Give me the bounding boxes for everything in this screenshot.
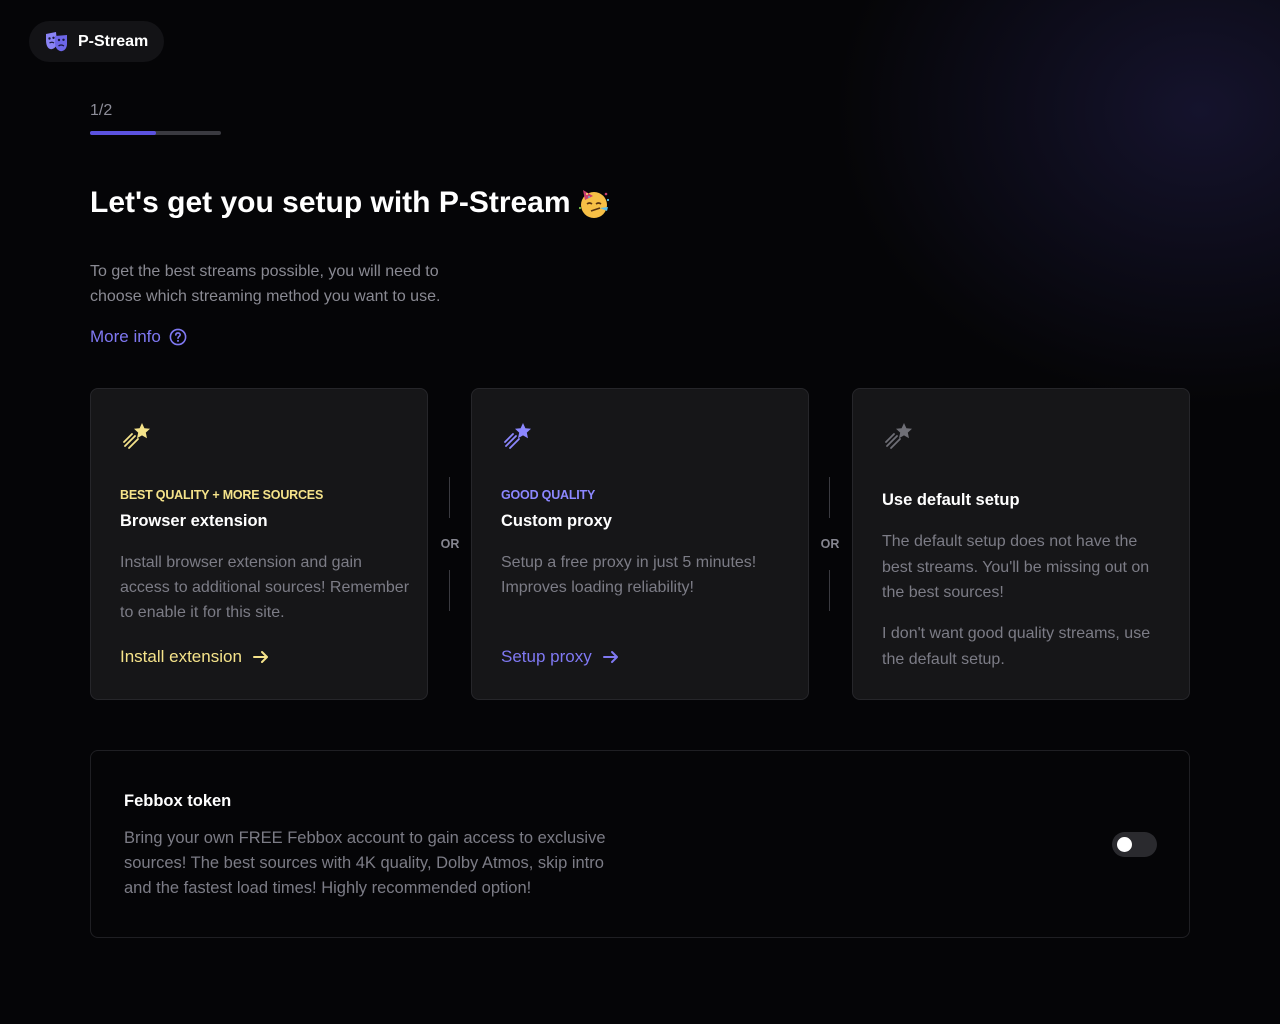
card-description: Setup a free proxy in just 5 minutes! Im… bbox=[501, 554, 757, 596]
separator-line bbox=[829, 570, 830, 611]
card-title: Use default setup bbox=[882, 491, 1020, 509]
separator-line bbox=[449, 570, 450, 611]
progress-bar bbox=[90, 131, 221, 135]
setup-proxy-label: Setup proxy bbox=[501, 647, 592, 666]
more-info-link[interactable]: More info bbox=[90, 327, 187, 347]
or-separator: OR bbox=[815, 477, 845, 611]
browser-extension-card: BEST QUALITY + MORE SOURCES Browser exte… bbox=[90, 388, 428, 700]
febbox-toggle[interactable] bbox=[1112, 832, 1157, 857]
card-title: Browser extension bbox=[120, 512, 268, 530]
febbox-token-panel: Febbox token Bring your own FREE Febbox … bbox=[90, 750, 1190, 938]
or-separator: OR bbox=[435, 477, 465, 611]
card-description: Install browser extension and gain acces… bbox=[120, 554, 410, 621]
install-extension-link[interactable]: Install extension bbox=[120, 647, 270, 667]
arrow-right-icon bbox=[602, 651, 618, 663]
or-label: OR bbox=[820, 537, 840, 551]
card-description: The default setup does not have the best… bbox=[882, 533, 1150, 601]
separator-line bbox=[449, 477, 450, 518]
card-tag: BEST QUALITY + MORE SOURCES bbox=[120, 488, 324, 502]
card-title: Custom proxy bbox=[501, 512, 612, 530]
brand-name: P-Stream bbox=[78, 32, 149, 50]
separator-line bbox=[829, 477, 830, 518]
setup-proxy-link[interactable]: Setup proxy bbox=[501, 647, 620, 667]
install-extension-label: Install extension bbox=[120, 647, 242, 666]
progress-bar-fill bbox=[90, 131, 156, 135]
febbox-title: Febbox token bbox=[124, 792, 232, 810]
help-circle-icon bbox=[169, 328, 187, 346]
shooting-star-icon bbox=[123, 423, 150, 449]
card-tag: GOOD QUALITY bbox=[501, 488, 596, 502]
custom-proxy-card: GOOD QUALITY Custom proxy Setup a free p… bbox=[471, 388, 809, 700]
use-default-setup-link[interactable]: I don't want good quality streams, use t… bbox=[882, 621, 1167, 672]
febbox-description: Bring your own FREE Febbox account to ga… bbox=[124, 829, 606, 897]
theater-masks-icon bbox=[46, 31, 67, 51]
brand-logo[interactable]: P-Stream bbox=[29, 21, 165, 62]
arrow-right-icon bbox=[252, 651, 268, 663]
or-label: OR bbox=[440, 537, 460, 551]
partying-face-icon bbox=[578, 190, 609, 218]
toggle-knob bbox=[1117, 837, 1132, 852]
intro-text: To get the best streams possible, you wi… bbox=[90, 263, 441, 305]
page-title: Let's get you setup with P-Stream bbox=[90, 186, 611, 220]
default-setup-card: Use default setup The default setup does… bbox=[852, 388, 1190, 700]
shooting-star-icon bbox=[885, 423, 912, 449]
step-indicator: 1/2 bbox=[90, 102, 113, 119]
shooting-star-icon bbox=[504, 423, 531, 449]
more-info-label: More info bbox=[90, 327, 161, 346]
page-title-text: Let's get you setup with P-Stream bbox=[90, 186, 571, 219]
